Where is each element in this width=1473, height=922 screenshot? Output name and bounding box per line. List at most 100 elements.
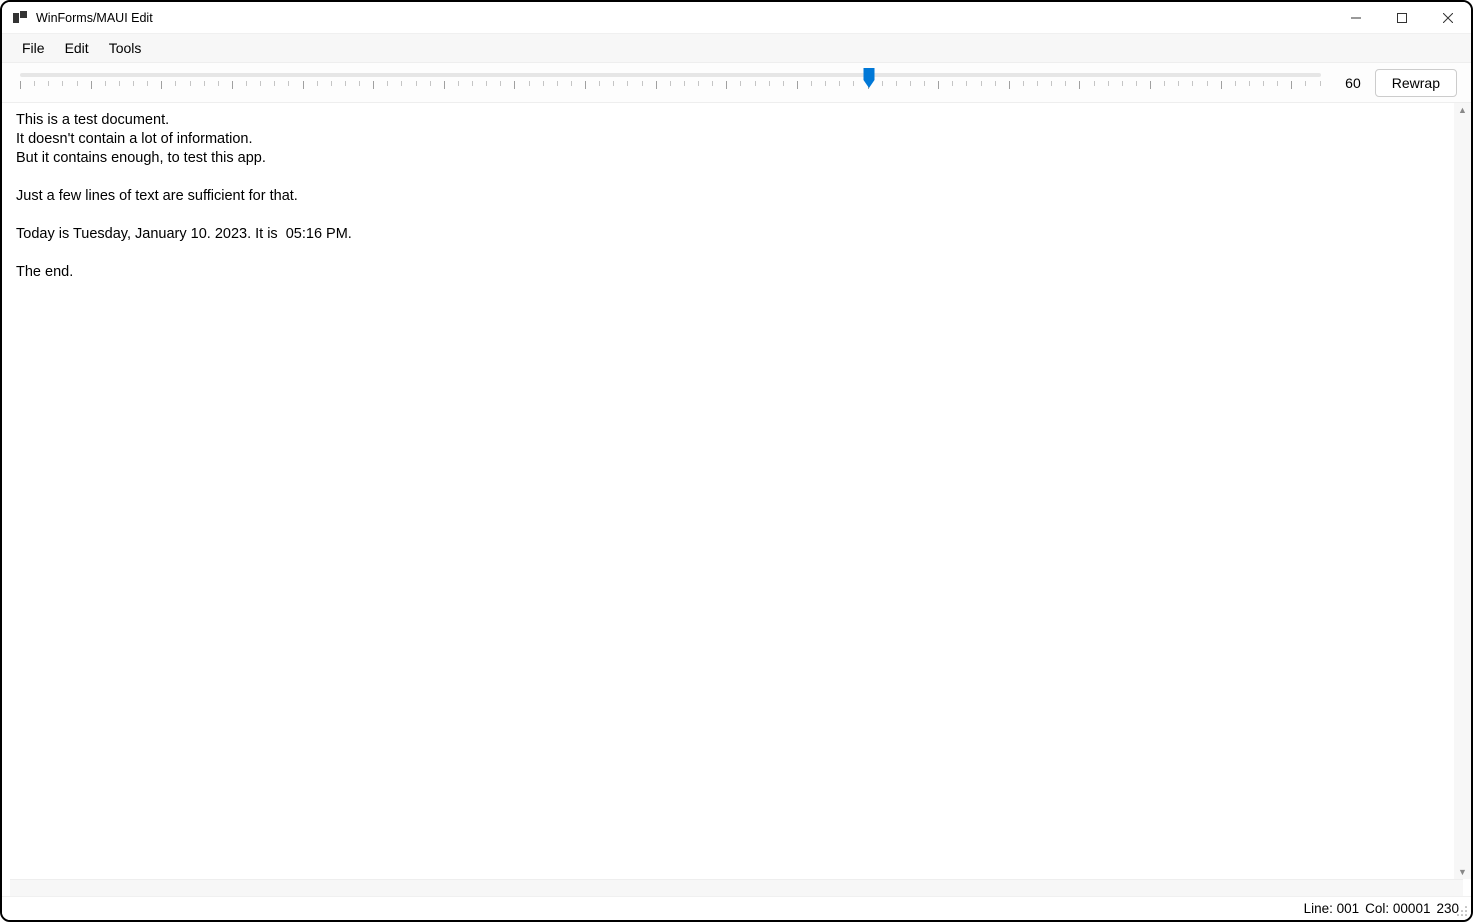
slider-tick [401,81,402,86]
slider-tick [303,81,304,89]
slider-tick [190,81,191,86]
slider-tick [1192,81,1193,86]
slider-tick [1079,81,1080,89]
slider-tick [910,81,911,86]
maximize-button[interactable] [1379,2,1425,33]
app-icon [12,10,28,26]
slider-value-label: 60 [1339,75,1361,91]
slider-tick [1150,81,1151,89]
slider-tick [416,81,417,86]
slider-tick [1122,81,1123,86]
resize-grip-icon[interactable] [1456,905,1468,917]
slider-tick [34,81,35,86]
slider-tick [1009,81,1010,89]
slider-tick [331,81,332,86]
slider-tick [458,81,459,86]
slider-tick [373,81,374,89]
slider-tick [755,81,756,86]
window-controls [1333,2,1471,33]
slider-tick [1023,81,1024,86]
slider-tick [529,81,530,86]
slider-ticks [20,81,1321,93]
minimize-button[interactable] [1333,2,1379,33]
scroll-down-icon[interactable]: ▼ [1458,867,1467,877]
slider-tick [642,81,643,86]
slider-tick [995,81,996,86]
slider-tick [133,81,134,86]
slider-thumb[interactable] [864,68,875,88]
slider-tick [486,81,487,86]
slider-tick [811,81,812,86]
slider-tick [684,81,685,86]
slider-tick [670,81,671,86]
slider-tick [232,81,233,89]
rewrap-button[interactable]: Rewrap [1375,69,1457,97]
slider-tick [430,81,431,86]
slider-tick [769,81,770,86]
slider-tick [952,81,953,86]
app-window: WinForms/MAUI Edit File Edit Tools [0,0,1473,922]
slider-tick [317,81,318,86]
slider-tick [585,81,586,89]
slider-tick [1065,81,1066,86]
slider-tick [119,81,120,86]
status-bar: Line: 001 Col: 00001 230 [2,896,1471,920]
slider-tick [1136,81,1137,86]
slider-tick [966,81,967,86]
slider-tick [896,81,897,86]
toolbar: 60 Rewrap [2,63,1471,103]
slider-tick [514,81,515,89]
scroll-up-icon[interactable]: ▲ [1458,105,1467,115]
slider-tick [613,81,614,86]
slider-tick [839,81,840,86]
slider-tick [218,81,219,86]
status-line: Line: 001 [1304,901,1360,916]
editor-area: This is a test document. It doesn't cont… [2,103,1471,879]
slider-tick [543,81,544,86]
slider-tick [1235,81,1236,86]
slider-tick [472,81,473,86]
slider-tick [246,81,247,86]
slider-tick [698,81,699,86]
horizontal-scrollbar[interactable] [10,879,1463,896]
slider-tick [260,81,261,86]
slider-tick [1207,81,1208,86]
slider-tick [1094,81,1095,86]
slider-tick [656,81,657,89]
slider-tick [938,81,939,89]
slider-tick [571,81,572,86]
slider-track [20,73,1321,77]
slider-tick [1291,81,1292,89]
slider-tick [1108,81,1109,86]
menu-tools[interactable]: Tools [99,37,152,59]
close-button[interactable] [1425,2,1471,33]
slider-tick [387,81,388,86]
title-bar: WinForms/MAUI Edit [2,2,1471,34]
slider-tick [924,81,925,86]
slider-tick [1249,81,1250,86]
menu-file[interactable]: File [12,37,55,59]
slider-tick [1263,81,1264,86]
slider-tick [712,81,713,86]
slider-tick [444,81,445,89]
slider-tick [825,81,826,86]
slider-tick [500,81,501,86]
slider-tick [359,81,360,86]
slider-tick [740,81,741,86]
wrap-width-slider[interactable] [16,63,1325,102]
vertical-scrollbar[interactable]: ▲ ▼ [1454,103,1471,879]
slider-tick [981,81,982,86]
slider-tick [274,81,275,86]
slider-tick [91,81,92,89]
slider-tick [288,81,289,86]
slider-tick [1164,81,1165,86]
slider-tick [1051,81,1052,86]
slider-tick [1320,81,1321,86]
slider-tick [882,81,883,86]
menu-edit[interactable]: Edit [55,37,99,59]
slider-tick [175,81,176,86]
slider-tick [1277,81,1278,86]
slider-tick [147,81,148,86]
slider-tick [783,81,784,86]
editor-textarea[interactable]: This is a test document. It doesn't cont… [2,103,1454,879]
